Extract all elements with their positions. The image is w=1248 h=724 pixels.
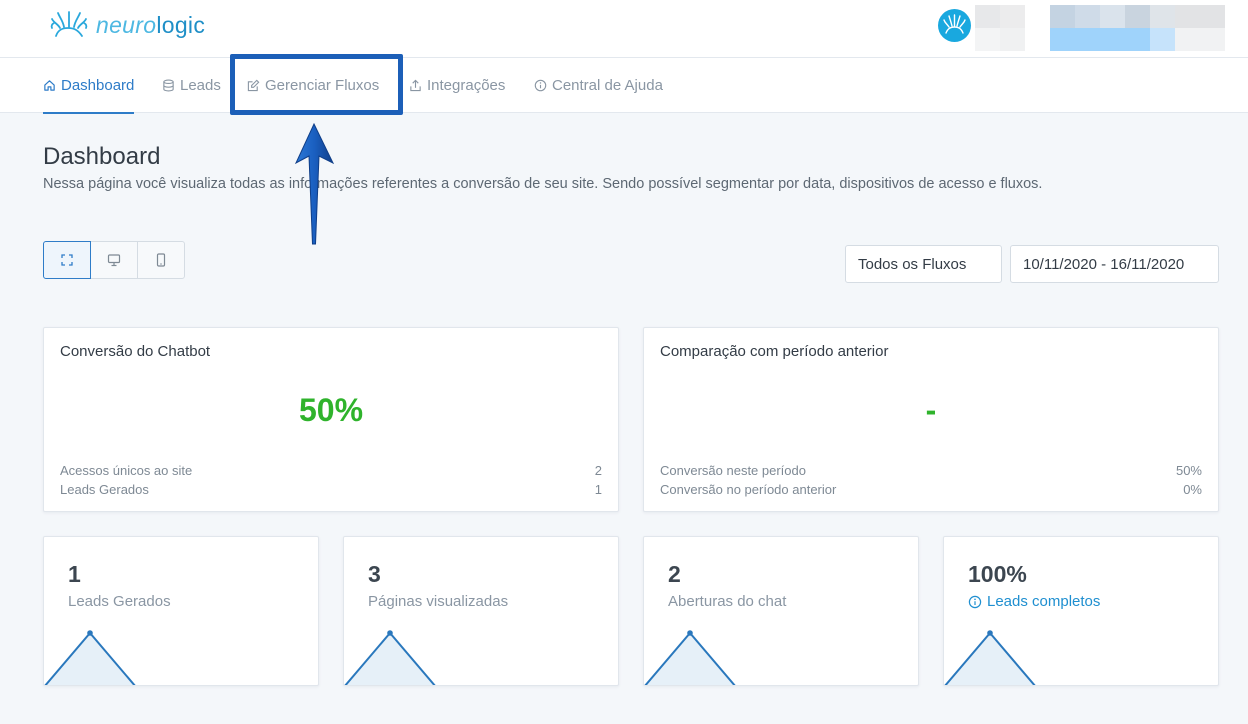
conversion-value: 50% [298,392,364,428]
stat-value: 0% [1183,482,1202,497]
metric-value: 3 [368,561,381,587]
mobile-icon [156,253,166,267]
flow-select[interactable]: Todos os Fluxos [845,245,1002,283]
stat-value: 2 [594,463,602,478]
metric-card-leads: 1 Leads Gerados [43,536,319,686]
comparison-value: - [925,392,937,428]
fullscreen-icon [61,254,73,266]
all-devices-button[interactable] [43,241,91,279]
sparkline [944,630,1036,685]
sparkline [44,630,136,685]
stat-value: 1 [594,482,602,497]
top-header: neurologic [0,0,1248,58]
card-title: Conversão do Chatbot [60,343,211,360]
chatbot-conversion-card: Conversão do Chatbot 50% Acessos únicos … [43,327,619,512]
metric-label: Aberturas do chat [668,593,787,610]
nav-dashboard[interactable]: Dashboard [43,58,135,114]
nav-leads-label: Leads [180,77,221,94]
metric-value: 2 [668,561,681,587]
logo-text: neurologic [96,11,206,38]
nav-leads[interactable]: Leads [162,58,221,113]
page-title: Dashboard [43,143,161,170]
stat-label: Leads Gerados [60,482,149,497]
home-icon [44,80,55,91]
stat-label: Conversão no período anterior [660,482,837,497]
metric-value: 100% [968,561,1027,587]
desktop-button[interactable] [90,241,138,279]
upload-icon [410,79,421,92]
metric-value: 1 [68,561,81,587]
nav-integracoes-label: Integrações [427,77,506,94]
metric-label: Leads Gerados [68,593,171,610]
metric-card-chat-opens: 2 Aberturas do chat [643,536,919,686]
nav-integracoes[interactable]: Integrações [409,58,505,113]
main-nav: Dashboard Leads Gerenciar Fluxos Integra… [0,58,1248,114]
metric-label: Leads completos [987,593,1101,610]
sparkline [644,630,736,685]
stat-label: Acessos únicos ao site [60,463,193,478]
info-icon [968,595,982,608]
stat-row: Conversão no período anterior 0% [660,482,1202,497]
avatar[interactable] [938,9,971,42]
page-description: Nessa página você visualiza todas as inf… [43,176,1043,192]
logo[interactable]: neurologic [48,8,205,42]
metric-label: Páginas visualizadas [368,593,509,610]
device-filter-group [43,241,185,279]
desktop-icon [107,254,121,267]
avatar-brain-icon [943,14,966,34]
metric-card-complete-leads: 100% Leads completos [943,536,1219,686]
brain-logo-icon [50,11,88,37]
info-icon [534,79,547,92]
nav-dashboard-label: Dashboard [61,77,135,94]
nav-central-de-ajuda[interactable]: Central de Ajuda [534,58,663,113]
annotation-arrow-icon [294,123,335,245]
annotation-highlight-box [230,54,403,115]
complete-leads-link[interactable]: Leads completos [968,593,1100,610]
sparkline [344,630,436,685]
nav-central-de-ajuda-label: Central de Ajuda [552,77,663,94]
database-icon [163,79,174,92]
period-comparison-card: Comparação com período anterior - Conver… [643,327,1219,512]
stat-label: Conversão neste período [660,463,806,478]
stat-row: Leads Gerados 1 [60,482,602,497]
card-title: Comparação com período anterior [660,343,889,360]
mobile-button[interactable] [137,241,185,279]
stat-row: Conversão neste período 50% [660,463,1202,478]
stat-row: Acessos únicos ao site 2 [60,463,602,478]
metric-card-pages: 3 Páginas visualizadas [343,536,619,686]
stat-value: 50% [1175,463,1202,478]
date-range-input[interactable]: 10/11/2020 - 16/11/2020 [1010,245,1219,283]
